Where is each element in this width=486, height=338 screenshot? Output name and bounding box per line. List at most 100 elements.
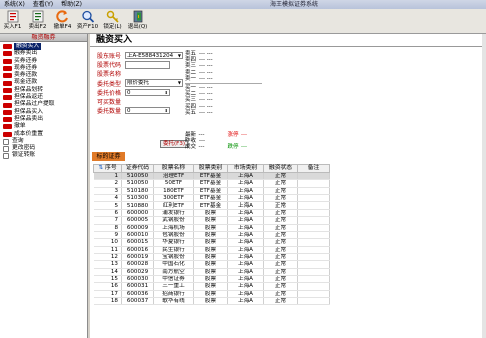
table-cell: 正常	[263, 253, 298, 262]
table-row[interactable]: 15 600030 中信证券 股票 上海A 正常	[93, 275, 330, 284]
table-row[interactable]: 4 510300 300ETF ETF基金 上海A 正常	[93, 194, 330, 203]
sidebar-item[interactable]: 现金还款	[3, 79, 87, 86]
table-row[interactable]: 8 600009 上海机场 股票 上海A 正常	[93, 224, 330, 232]
menu-system[interactable]: 系统(X)	[0, 0, 29, 9]
menu-bar: 系统(X) 查看(Y) 帮助(Z)	[0, 0, 86, 9]
buy-button[interactable]: 买入F1	[0, 9, 25, 34]
price-input[interactable]: 0 ⬍	[125, 88, 170, 97]
menu-entry-icon	[3, 124, 12, 130]
order-type-select[interactable]: 限价委托 ▼	[125, 79, 183, 87]
qty-input[interactable]: 0 ⬍	[125, 106, 170, 115]
table-row[interactable]: 9 600010 包钢股份 股票 上海A 正常	[93, 231, 330, 240]
table-cell	[297, 246, 330, 254]
col-name[interactable]: 股票名称	[153, 164, 194, 173]
table-cell: 上海A	[227, 194, 264, 203]
cancel-order-icon	[55, 10, 68, 23]
sidebar-item[interactable]: 买券还券	[3, 58, 87, 65]
col-index[interactable]: ⇅ 序号	[93, 164, 122, 173]
table-cell: 5	[93, 201, 122, 210]
cancel-order-button[interactable]: 撤单F4	[50, 9, 75, 34]
exit-button[interactable]: 退出(Q)	[125, 9, 150, 34]
table-row[interactable]: 3 510180 180ETF ETF基金 上海A 正常	[93, 187, 330, 196]
stepper-icon[interactable]: ⬍	[165, 108, 169, 114]
table-cell: 600028	[121, 260, 154, 269]
sidebar-item[interactable]: 担保品买入	[3, 109, 87, 116]
table-cell: 治理ETF	[153, 172, 194, 181]
col-market[interactable]: 市场类别	[227, 164, 264, 173]
table-row[interactable]: 7 600005 武钢股份 股票 上海A 正常	[93, 216, 330, 225]
sidebar-item[interactable]: 撤单	[3, 123, 87, 130]
table-cell: 600029	[121, 268, 154, 277]
confirm-order-button[interactable]: 委托(F3)	[160, 140, 188, 148]
qty-label: 委托数量	[97, 108, 122, 116]
limit-up-value: ---	[241, 132, 247, 138]
sidebar-item-label: 担保品划转	[14, 86, 43, 93]
window-scrollbar[interactable]	[482, 34, 486, 338]
menu-entry-icon	[3, 117, 12, 123]
menu-entry-icon	[3, 80, 12, 86]
table-row[interactable]: 10 600015 华夏银行 股票 上海A 正常	[93, 238, 330, 247]
table-row[interactable]: 2 510050 50ETF ETF基金 上海A 正常	[93, 179, 330, 188]
expand-icon	[3, 138, 9, 145]
col-status[interactable]: 融资状态	[263, 164, 298, 173]
col-code[interactable]: 证券代码	[121, 164, 154, 173]
table-cell	[297, 179, 330, 188]
table-cell: 3	[93, 187, 122, 196]
table-row[interactable]: 18 600037 歌华有线 股票 上海A 正常	[93, 297, 330, 306]
menu-entry-icon	[3, 102, 12, 108]
sidebar-header: 融资融券	[0, 34, 87, 42]
table-cell	[297, 297, 330, 306]
lock-button[interactable]: 锁定(L)	[100, 9, 125, 34]
sell-button[interactable]: 卖出F2	[25, 9, 50, 34]
col-remark[interactable]: 备注	[297, 164, 330, 173]
sidebar-item-label: 成本价重置	[14, 130, 43, 137]
table-cell	[297, 216, 330, 225]
sidebar-item[interactable]: 担保品划转	[3, 87, 87, 94]
qty-value: 0	[127, 107, 131, 114]
table-cell: 股票	[193, 290, 228, 299]
table-cell: 股票	[193, 224, 228, 232]
table-cell: 11	[93, 246, 122, 254]
table-row[interactable]: 11 600016 民生银行 股票 上海A 正常	[93, 246, 330, 254]
table-cell: 15	[93, 275, 122, 284]
sidebar-item-label: 买券还券	[14, 57, 38, 64]
menu-view[interactable]: 查看(Y)	[29, 0, 57, 9]
table-cell: 510050	[121, 179, 154, 188]
stock-name-label: 股票名称	[97, 71, 122, 79]
sidebar-item-label: 担保品买入	[14, 108, 43, 115]
panel-title: 融资买入	[90, 34, 486, 47]
table-row[interactable]: 13 600028 中国石化 股票 上海A 正常	[93, 260, 330, 269]
sidebar-item[interactable]: 融券卖出	[3, 50, 87, 57]
order-type-value: 限价委托	[127, 80, 150, 87]
stock-code-input[interactable]	[125, 61, 170, 69]
securities-table: ⇅ 序号 证券代码 股票名称 股票类别 市场类别 融资状态 备注 1 510050…	[93, 164, 330, 306]
table-cell	[297, 172, 330, 181]
col-category[interactable]: 股票类别	[193, 164, 228, 173]
table-row[interactable]: 6 600000 浦发银行 股票 上海A 正常	[93, 209, 330, 218]
table-cell: 8	[93, 224, 122, 232]
table-row[interactable]: 16 600031 三一重工 股票 上海A 正常	[93, 282, 330, 291]
table-cell: 600030	[121, 275, 154, 284]
sidebar-item[interactable]: 成本价重置	[3, 131, 87, 138]
stepper-icon[interactable]: ⬍	[165, 90, 169, 96]
sidebar-list: 融资买入 融券卖出 买券还券 现券还券 卖券还款 现金还款 担保品划转 担保品返还 担保品过户提…	[0, 42, 87, 160]
table-cell: 上海A	[227, 275, 264, 284]
sidebar-item[interactable]: 银证转账	[3, 152, 87, 160]
table-cell: 歌华有线	[153, 297, 194, 306]
table-row[interactable]: 1 510050 治理ETF ETF基金 上海A 正常	[93, 172, 330, 181]
menu-entry-icon	[3, 58, 12, 64]
tab-target-securities[interactable]: 标的证券	[92, 152, 125, 161]
table-row[interactable]: 14 600029 南方航空 股票 上海A 正常	[93, 268, 330, 277]
volume-value: ---	[198, 144, 205, 151]
table-cell: 600005	[121, 216, 154, 225]
assets-button[interactable]: 资产F10	[75, 9, 100, 34]
limit-up-label: 涨停	[227, 132, 239, 138]
menu-help[interactable]: 帮助(Z)	[57, 0, 86, 9]
account-select[interactable]: 上A-E588431204 ▼	[125, 51, 183, 60]
sell-label: 卖出F2	[28, 24, 47, 30]
table-cell: 正常	[263, 187, 298, 196]
table-row[interactable]: 5 510880 红利ETF ETF基金 上海A 正常	[93, 201, 330, 210]
table-row[interactable]: 12 600019 宝钢股份 股票 上海A 正常	[93, 253, 330, 262]
table-row[interactable]: 17 600036 招商银行 股票 上海A 正常	[93, 290, 330, 299]
sidebar-item[interactable]: 担保品过户提取	[3, 101, 87, 108]
